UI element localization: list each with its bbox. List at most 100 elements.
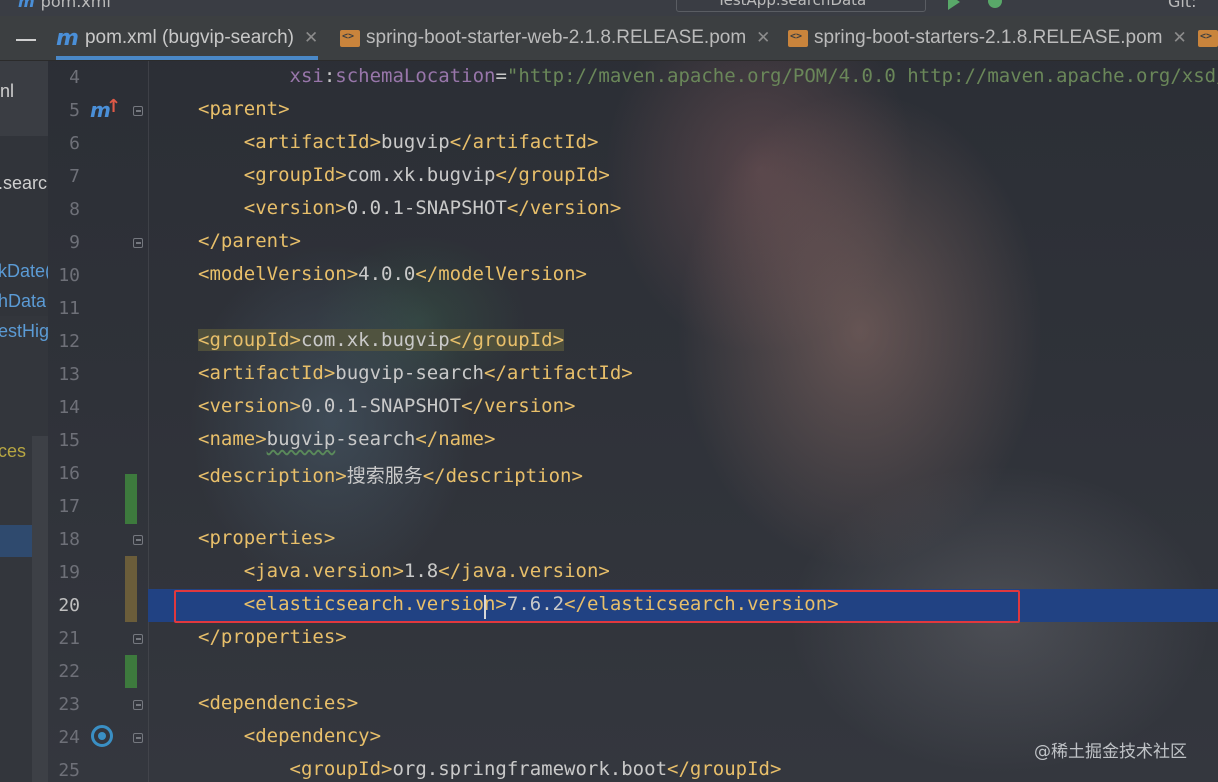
run-icon[interactable] [948, 0, 960, 10]
fold-icon[interactable] [132, 236, 146, 250]
line-number: 16 [58, 463, 80, 484]
tab-spring-boot-starters[interactable]: spring-boot-starters-2.1.8.RELEASE.pom ✕ [788, 16, 1187, 60]
fold-icon[interactable] [132, 731, 146, 745]
xml-tag: </artifactId> [449, 131, 599, 153]
xml-tag: </properties> [198, 626, 347, 648]
run-config-dropdown[interactable]: TestApp.searchData [676, 0, 926, 12]
line-number: 6 [69, 133, 80, 154]
line-number: 25 [58, 760, 80, 781]
xml-tag: </parent> [198, 230, 301, 252]
code-text: <java.version>1.8</java.version> [198, 560, 610, 582]
tab-pom-xml[interactable]: m pom.xml (bugvip-search) ✕ [56, 16, 319, 60]
code-text: <dependencies> [198, 692, 358, 714]
project-item[interactable]: nl [0, 81, 48, 109]
code-line[interactable]: 5 <parent> [48, 94, 1218, 127]
line-number: 18 [58, 529, 80, 550]
code-line[interactable]: 11 [48, 292, 1218, 325]
code-line[interactable]: 15 <name>bugvip-search</name> [48, 424, 1218, 457]
code-line[interactable]: 22 [48, 655, 1218, 688]
xml-tag: <version> [243, 197, 347, 219]
project-panel: nl .searc kDate( hData estHig ces [0, 61, 48, 782]
breadcrumb[interactable]: m pom.xml [18, 0, 111, 11]
code-line[interactable]: 14 <version>0.0.1-SNAPSHOT</version> [48, 391, 1218, 424]
code-line[interactable]: 18 <properties> [48, 523, 1218, 556]
close-icon[interactable]: ✕ [304, 28, 318, 48]
maven-icon: m [18, 0, 35, 11]
fold-icon[interactable] [132, 533, 146, 547]
code-line[interactable]: 19 <java.version>1.8</java.version> [48, 556, 1218, 589]
breadcrumb-label: pom.xml [40, 0, 111, 11]
fold-icon[interactable] [132, 632, 146, 646]
xml-tag: </name> [415, 428, 496, 450]
code-line[interactable]: 10 <modelVersion>4.0.0</modelVersion> [48, 259, 1218, 292]
code-text: <artifactId>bugvip-search</artifactId> [198, 362, 633, 384]
xml-tag: </groupId> [667, 758, 782, 780]
code-line[interactable]: 23 <dependencies> [48, 688, 1218, 721]
code-line[interactable]: 12 <groupId>com.xk.bugvip</groupId> [48, 325, 1218, 358]
xml-tag: </java.version> [438, 560, 610, 582]
project-item[interactable]: estHig [0, 321, 48, 349]
line-number: 10 [58, 265, 80, 286]
code-line[interactable]: 6 <artifactId>bugvip</artifactId> [48, 127, 1218, 160]
fold-icon[interactable] [132, 698, 146, 712]
code-text: <groupId>com.xk.bugvip</groupId> [198, 164, 610, 186]
text-caret [484, 595, 486, 619]
xml-text: bugvip-search [335, 362, 484, 384]
close-icon[interactable]: ✕ [756, 28, 770, 48]
line-number: 13 [58, 364, 80, 385]
code-line[interactable]: 17 [48, 490, 1218, 523]
code-text: <name>bugvip-search</name> [198, 428, 495, 450]
code-text: <groupId>com.xk.bugvip</groupId> [198, 329, 565, 351]
fold-icon[interactable] [132, 104, 146, 118]
xml-tag: </modelVersion> [415, 263, 587, 285]
xml-tag: <artifactId> [198, 362, 336, 384]
xml-tag: <parent> [198, 98, 290, 120]
line-number: 20 [58, 595, 80, 616]
xml-tag: </version> [461, 395, 576, 417]
code-line[interactable]: 8 <version>0.0.1-SNAPSHOT</version> [48, 193, 1218, 226]
project-item[interactable]: hData [0, 291, 46, 319]
code-line[interactable]: 21 </properties> [48, 622, 1218, 655]
code-line[interactable]: 16 <description>搜索服务</description> [48, 457, 1218, 490]
watermark: @稀土掘金技术社区 [1034, 742, 1187, 762]
xml-file-icon [340, 29, 360, 47]
tab-overflow[interactable] [1198, 16, 1218, 60]
xml-text: 0.0.1-SNAPSHOT [300, 395, 462, 417]
line-number: 4 [69, 67, 80, 88]
selected-row[interactable] [0, 525, 32, 557]
xml-tag: <groupId> [243, 164, 347, 186]
project-item[interactable]: kDate( [0, 261, 48, 289]
close-icon[interactable]: ✕ [1173, 28, 1187, 48]
xml-text: 4.0.0 [358, 263, 416, 285]
code-line[interactable]: 13 <artifactId>bugvip-search</artifactId> [48, 358, 1218, 391]
highlight-box [174, 590, 1020, 623]
line-number: 5 [69, 100, 80, 121]
editor-tab-bar: m pom.xml (bugvip-search) ✕ spring-boot-… [0, 16, 1218, 61]
code-text: xsi:schemaLocation="http://maven.apache.… [198, 65, 1218, 87]
xml-tag: <version> [198, 395, 301, 417]
code-editor[interactable]: m ↑ 4 xsi:schemaLocation="http://maven.a… [48, 61, 1218, 782]
code-line[interactable]: 9 </parent> [48, 226, 1218, 259]
xml-tag: <groupId> [198, 329, 301, 351]
xml-tag: <dependencies> [198, 692, 359, 714]
line-number: 21 [58, 628, 80, 649]
maven-icon: m [56, 25, 79, 51]
xml-tag: </description> [422, 465, 583, 487]
tab-label: pom.xml (bugvip-search) [84, 27, 295, 48]
xml-file-icon [788, 29, 808, 47]
xml-text: -search [335, 428, 416, 450]
code-line[interactable]: 4 xsi:schemaLocation="http://maven.apach… [48, 61, 1218, 94]
xml-tag: <java.version> [243, 560, 404, 582]
panel-scrollbar[interactable] [32, 436, 48, 782]
code-line[interactable]: 7 <groupId>com.xk.bugvip</groupId> [48, 160, 1218, 193]
minimize-icon[interactable] [16, 39, 36, 41]
project-item[interactable]: .searc [0, 173, 47, 201]
line-number: 19 [58, 562, 80, 583]
xml-tag: <groupId> [289, 758, 393, 780]
xml-tag: </version> [506, 197, 622, 219]
git-label[interactable]: Git: [1168, 0, 1197, 11]
xml-tag: </artifactId> [484, 362, 633, 384]
tab-spring-boot-starter-web[interactable]: spring-boot-starter-web-2.1.8.RELEASE.po… [340, 16, 770, 60]
xml-tag: <name> [198, 428, 267, 450]
debug-icon[interactable] [988, 0, 1002, 8]
